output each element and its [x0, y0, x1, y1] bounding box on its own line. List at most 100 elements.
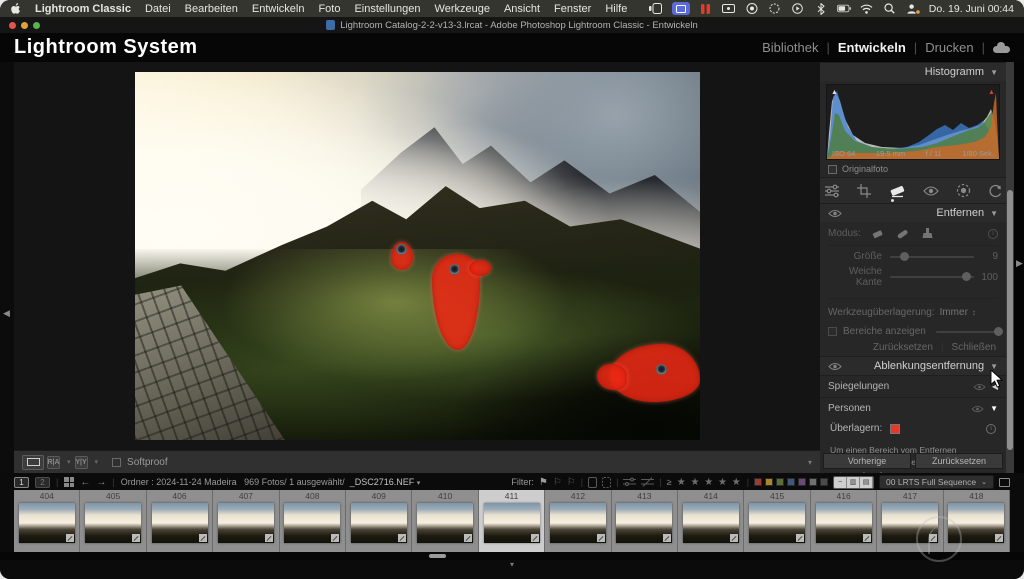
size-value[interactable]: 9 [974, 251, 998, 262]
filmstrip-thumb-406[interactable]: 406 [147, 490, 213, 552]
panel-eye-icon[interactable] [828, 209, 842, 218]
original-photo-checkbox[interactable] [828, 165, 837, 174]
color-label-chip[interactable] [765, 478, 773, 486]
reset-button[interactable]: Zurücksetzen [915, 453, 1003, 469]
menu-item-datei[interactable]: Datei [145, 3, 171, 15]
traffic-lights[interactable] [9, 22, 40, 29]
recording-indicator-icon[interactable] [699, 2, 713, 15]
second-display-icon[interactable] [999, 478, 1010, 487]
camera-icon[interactable] [745, 2, 759, 15]
filmstrip-thumb-409[interactable]: 409 [346, 490, 412, 552]
rating-filter-icon[interactable] [623, 477, 636, 487]
show-areas-slider[interactable] [936, 331, 998, 333]
grid-view-icon[interactable] [64, 477, 74, 487]
panel-eye-icon[interactable] [828, 362, 842, 371]
module-entwickeln[interactable]: Entwickeln [838, 40, 906, 55]
color-label-chip[interactable] [820, 478, 828, 486]
right-panel-edge[interactable]: ▶ [1014, 62, 1024, 473]
color-label-chip[interactable] [809, 478, 817, 486]
menu-item-fenster[interactable]: Fenster [554, 3, 591, 15]
spotlight-icon[interactable] [883, 2, 897, 15]
overlay-info-icon[interactable]: i [986, 424, 996, 434]
filmstrip-thumb-411[interactable]: 411 [479, 490, 545, 552]
feather-value[interactable]: 100 [974, 272, 998, 283]
filmstrip-thumb-404[interactable]: 404 [14, 490, 80, 552]
display-icon[interactable] [722, 2, 736, 15]
remove-reset-button[interactable]: Zurücksetzen [873, 342, 933, 353]
filmstrip-scroll-thumb[interactable] [429, 554, 446, 558]
distraction-panel-header[interactable]: Ablenkungsentfernung ▼ [820, 356, 1006, 375]
filmstrip-source[interactable]: Ordner : 2024-11-24 Madeira 969 Fotos/ 1… [121, 477, 421, 487]
softproof-checkbox[interactable] [112, 458, 121, 467]
menu-item-entwickeln[interactable]: Entwickeln [252, 3, 305, 15]
photo-preview[interactable] [135, 72, 700, 440]
thumb-image[interactable] [749, 503, 805, 543]
thumb-image[interactable] [218, 503, 274, 543]
edited-filter-icon[interactable] [588, 477, 597, 488]
menu-item-foto[interactable]: Foto [318, 3, 340, 15]
filmstrip-thumb-416[interactable]: 416 [811, 490, 877, 552]
crop-tool-icon[interactable] [857, 184, 872, 198]
cloud-sync-icon[interactable] [993, 42, 1010, 53]
thumb-image[interactable] [616, 503, 672, 543]
histogram-collapse-icon[interactable]: ▼ [990, 68, 998, 77]
menu-clock[interactable]: Do. 19. Juni 00:44 [929, 3, 1014, 15]
remove-panel-header[interactable]: Entfernen ▼ [820, 203, 1006, 222]
thumb-image[interactable] [351, 503, 407, 543]
stage-manager-icon[interactable] [649, 2, 663, 15]
lens-blur-tool-icon[interactable] [988, 184, 1003, 198]
color-label-chip[interactable] [798, 478, 806, 486]
color-label-chip[interactable] [754, 478, 762, 486]
menu-item-einstellungen[interactable]: Einstellungen [354, 3, 420, 15]
removal-mask-3b[interactable] [597, 364, 627, 390]
filmstrip-thumb-408[interactable]: 408 [280, 490, 346, 552]
rating-filter-off-icon[interactable] [641, 477, 654, 487]
left-panel-collapsed[interactable]: ◀ [0, 62, 14, 473]
reference-view-button[interactable]: R|A [47, 456, 60, 469]
panel-scrollbar[interactable] [1006, 62, 1014, 473]
rating-operator[interactable]: ≥ [667, 477, 672, 487]
flag-reject-icon[interactable]: ⚐ [567, 477, 576, 488]
people-eye-icon[interactable] [971, 405, 984, 413]
filmstrip-thumb-410[interactable]: 410 [412, 490, 478, 552]
before-after-caret-icon[interactable]: ▾ [95, 458, 99, 466]
remove-close-button[interactable]: Schließen [952, 342, 996, 353]
toolbar-options-caret-icon[interactable]: ▾ [808, 458, 812, 467]
filmstrip-thumb-407[interactable]: 407 [213, 490, 279, 552]
flag-pick-icon[interactable]: ⚑ [539, 477, 548, 488]
histogram-header[interactable]: Histogramm ▼ [820, 62, 1006, 81]
show-areas-checkbox[interactable] [828, 327, 837, 336]
sort-dropdown[interactable]: 00 LRTS Full Sequence⌄ [879, 475, 994, 489]
remove-tool-icon[interactable] [889, 183, 906, 198]
filmstrip-thumb-412[interactable]: 412 [545, 490, 611, 552]
thumb-image[interactable] [484, 503, 540, 543]
battery-icon[interactable] [837, 2, 851, 15]
hide-filmstrip-icon[interactable]: ▾ [510, 560, 514, 579]
removal-pin-2[interactable] [449, 264, 460, 275]
main-window-button[interactable]: 1 [14, 477, 29, 488]
thumb-image[interactable] [550, 503, 606, 543]
filmstrip-thumb-413[interactable]: 413 [612, 490, 678, 552]
reflections-row[interactable]: Spiegelungen ◀ [820, 375, 1006, 397]
menu-app[interactable]: Lightroom Classic [35, 3, 131, 15]
mode-info-icon[interactable]: i [988, 229, 998, 239]
previous-button[interactable]: Vorherige [823, 453, 911, 469]
filmstrip-thumb-414[interactable]: 414 [678, 490, 744, 552]
mode-heal-icon[interactable] [896, 228, 909, 240]
reflections-eye-icon[interactable] [973, 383, 986, 391]
mode-clone-icon[interactable] [921, 227, 934, 240]
previous-photo-icon[interactable]: ← [80, 477, 90, 488]
reference-view-caret-icon[interactable]: ▾ [67, 458, 71, 466]
settings-icon[interactable] [768, 2, 782, 15]
thumb-image[interactable] [683, 503, 739, 543]
active-app-icon[interactable] [672, 2, 690, 15]
filmstrip-thumb-415[interactable]: 415 [744, 490, 810, 552]
loupe-view-button[interactable] [22, 455, 44, 470]
unedited-filter-icon[interactable] [602, 477, 611, 488]
thumb-option-buttons[interactable]: −▥▤ [833, 476, 874, 489]
tool-overlay-stepper-icon[interactable]: ↕ [972, 308, 976, 317]
highlight-clipping-icon[interactable]: ▲ [986, 87, 997, 98]
menu-item-bearbeiten[interactable]: Bearbeiten [185, 3, 238, 15]
play-icon[interactable] [791, 2, 805, 15]
user-account-icon[interactable] [906, 2, 920, 15]
